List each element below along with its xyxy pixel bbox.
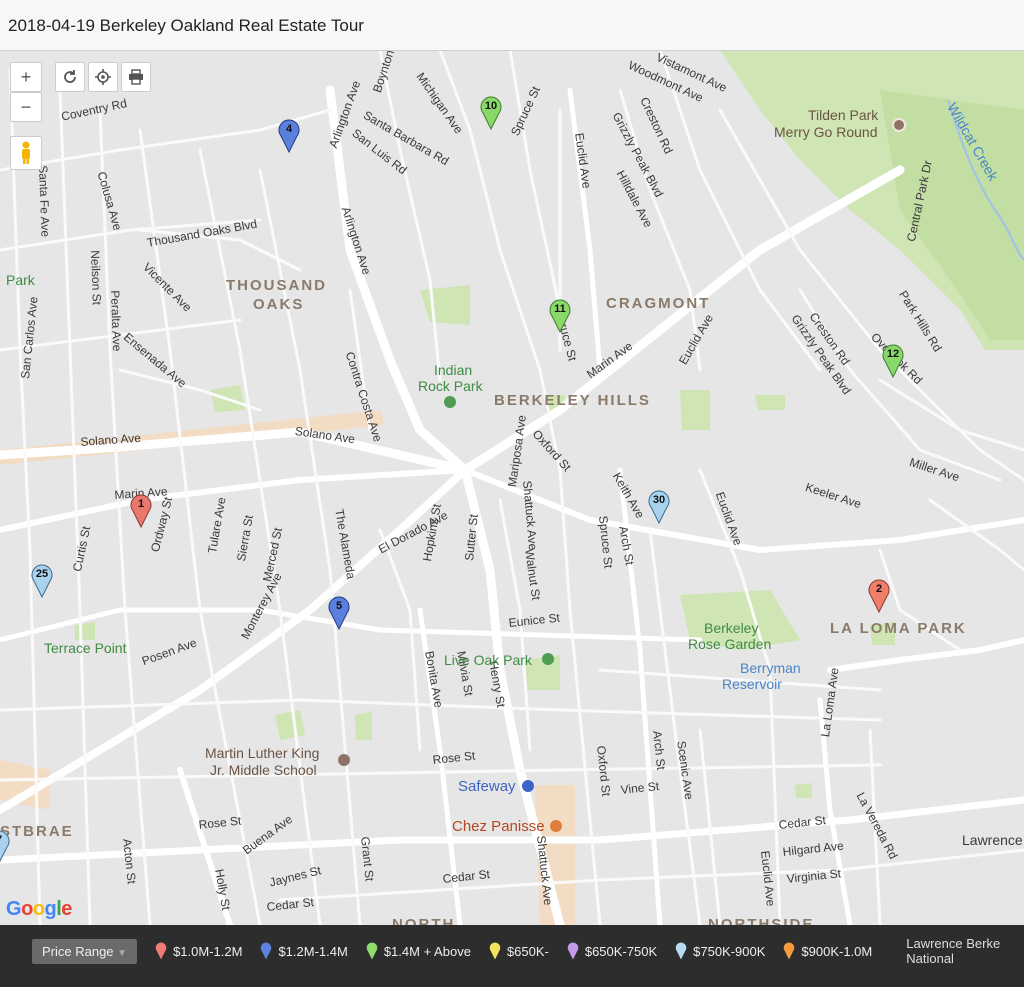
legend-label: $650K-750K bbox=[584, 943, 658, 959]
restaurant-icon bbox=[550, 820, 562, 832]
legend-label: $650K- bbox=[506, 943, 549, 959]
place-label: Reservoir bbox=[722, 676, 782, 692]
chevron-down-icon: ▼ bbox=[117, 947, 128, 959]
place-label: Jr. Middle School bbox=[210, 762, 317, 778]
place-label: Berkeley bbox=[704, 620, 759, 636]
property-marker[interactable]: 1 bbox=[130, 494, 152, 528]
legend-item[interactable]: $650K-750K bbox=[567, 942, 657, 960]
dropdown-label: Price Range bbox=[42, 943, 114, 959]
place-label: Safeway bbox=[458, 778, 516, 795]
legend-item[interactable]: $900K-1.0M bbox=[783, 942, 872, 960]
legend-item[interactable]: $750K-900K bbox=[675, 942, 765, 960]
map-canvas[interactable]: THOUSAND OAKS CRAGMONT BERKELEY HILLS LA… bbox=[0, 50, 1024, 925]
price-legend: Price Range ▼ $1.0M-1.2M $1.2M-1.4M $1.4… bbox=[0, 925, 1024, 987]
locate-icon[interactable] bbox=[88, 62, 118, 92]
marker-icon bbox=[489, 942, 501, 960]
marker-number: 12 bbox=[886, 348, 900, 360]
property-marker[interactable]: 11 bbox=[549, 299, 571, 333]
legend-label: $1.0M-1.2M bbox=[173, 943, 243, 959]
property-marker[interactable]: 4 bbox=[278, 119, 300, 153]
place-label: Tilden Park bbox=[808, 107, 879, 123]
neighborhood-label: CRAGMONT bbox=[606, 295, 711, 312]
neighborhood-label: NORTHSIDE bbox=[708, 916, 815, 925]
street-label: Santa Fe Ave bbox=[36, 165, 53, 238]
legend-item[interactable]: $1.2M-1.4M bbox=[260, 942, 348, 960]
zoom-in-button[interactable]: + bbox=[10, 62, 42, 92]
poi-icon bbox=[892, 118, 906, 132]
property-marker[interactable]: 25 bbox=[31, 564, 53, 598]
marker-number: 10 bbox=[484, 100, 498, 112]
page-title: 2018-04-19 Berkeley Oakland Real Estate … bbox=[8, 16, 364, 35]
marker-number: 30 bbox=[652, 494, 666, 506]
place-label: Rose Garden bbox=[688, 636, 772, 652]
marker-icon bbox=[261, 942, 272, 960]
marker-icon bbox=[784, 942, 795, 960]
marker-number: 2 bbox=[875, 583, 883, 595]
street-label: Peralta Ave bbox=[108, 290, 125, 352]
property-marker[interactable]: 30 bbox=[648, 490, 670, 524]
park-icon bbox=[542, 653, 554, 665]
legend-item[interactable]: $1.4M + Above bbox=[366, 942, 471, 960]
school-icon bbox=[338, 754, 350, 766]
place-label: Berryman bbox=[740, 660, 801, 676]
legend-item[interactable]: $650K- bbox=[489, 942, 549, 960]
place-label: Park bbox=[6, 272, 35, 288]
legend-label: $1.2M-1.4M bbox=[278, 943, 348, 959]
legend-label: $1.4M + Above bbox=[383, 943, 471, 959]
park-icon bbox=[444, 396, 456, 408]
marker-number: 7 bbox=[0, 834, 10, 846]
neighborhood-label: BERKELEY HILLS bbox=[494, 392, 651, 409]
place-label: Martin Luther King bbox=[205, 745, 320, 761]
place-label: Chez Panisse bbox=[452, 818, 545, 835]
neighborhood-label: NORTH bbox=[392, 916, 456, 925]
marker-number: 25 bbox=[35, 568, 49, 580]
overflow-text: Lawrence Berke National bbox=[906, 936, 1001, 966]
marker-number: 4 bbox=[285, 123, 293, 135]
place-label: Indian bbox=[434, 362, 473, 378]
property-marker[interactable]: 2 bbox=[868, 579, 890, 613]
legend-label: $900K-1.0M bbox=[801, 943, 873, 959]
marker-icon bbox=[155, 942, 167, 960]
street-view-pegman-icon[interactable] bbox=[10, 136, 42, 170]
marker-icon bbox=[366, 942, 378, 960]
neighborhood-label: THOUSAND bbox=[226, 277, 327, 294]
neighborhood-label: LA LOMA PARK bbox=[830, 620, 967, 637]
marker-icon bbox=[567, 942, 579, 960]
refresh-icon[interactable] bbox=[55, 62, 85, 92]
marker-icon bbox=[675, 942, 687, 960]
legend-label: $750K-900K bbox=[693, 943, 766, 959]
zoom-out-button[interactable]: − bbox=[10, 92, 42, 122]
place-label: Lawrence bbox=[962, 832, 1023, 848]
price-range-dropdown[interactable]: Price Range ▼ bbox=[32, 938, 138, 964]
place-label: Terrace Point bbox=[44, 640, 127, 656]
shopping-icon bbox=[522, 780, 534, 792]
marker-number: 11 bbox=[554, 303, 566, 315]
neighborhood-label: STBRAE bbox=[0, 823, 74, 840]
place-label: Rock Park bbox=[418, 378, 483, 394]
legend-item[interactable]: $1.0M-1.2M bbox=[155, 942, 242, 960]
property-marker[interactable]: 10 bbox=[480, 96, 502, 130]
property-marker[interactable]: 5 bbox=[328, 596, 350, 630]
neighborhood-label: OAKS bbox=[253, 296, 305, 313]
property-marker[interactable]: 7 bbox=[0, 830, 10, 864]
place-label: Live Oak Park bbox=[444, 652, 532, 668]
place-label: Merry Go Round bbox=[774, 124, 878, 140]
marker-number: 1 bbox=[137, 498, 145, 510]
street-label: Neilson St bbox=[88, 250, 104, 306]
window-titlebar: 2018-04-19 Berkeley Oakland Real Estate … bbox=[0, 0, 1024, 51]
property-marker[interactable]: 12 bbox=[882, 344, 904, 378]
print-icon[interactable] bbox=[121, 62, 151, 92]
google-logo: Google bbox=[6, 898, 72, 920]
marker-number: 5 bbox=[335, 600, 343, 612]
